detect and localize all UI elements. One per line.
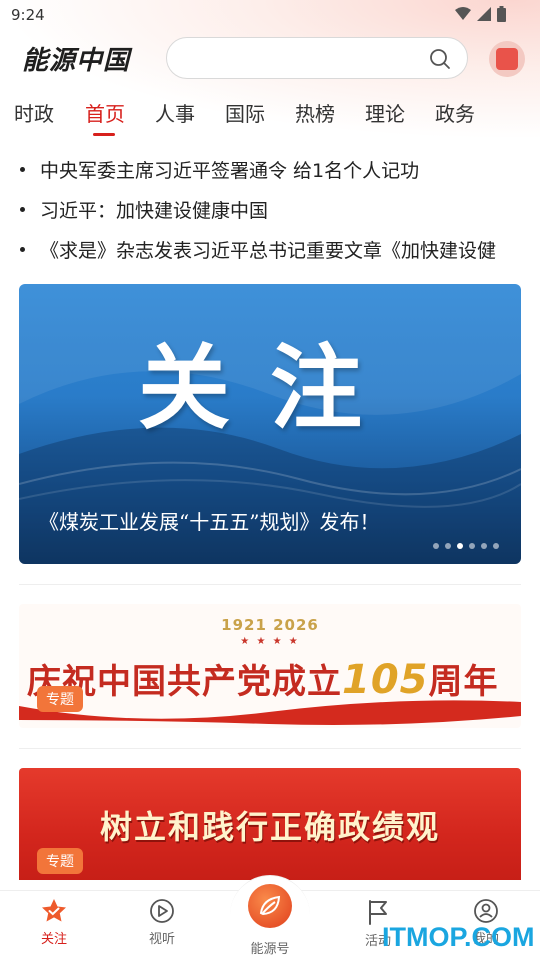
search-icon[interactable] — [429, 48, 451, 70]
app-header: 能源中国 — [0, 34, 540, 82]
card-stars: ★ ★ ★ ★ — [240, 636, 300, 647]
status-bar: 9:24 — [0, 0, 540, 30]
avatar-image — [496, 48, 518, 70]
carousel-dot[interactable] — [433, 543, 439, 549]
watermark: ITMOP.COM — [382, 922, 535, 952]
topic-tag: 专题 — [37, 686, 83, 712]
battery-icon — [497, 6, 506, 22]
bullet-icon — [20, 206, 25, 212]
status-icons — [455, 6, 506, 22]
carousel-dot[interactable] — [481, 543, 487, 549]
status-time: 9:24 — [11, 6, 45, 24]
nav-label: 视听 — [148, 932, 175, 947]
carousel-dots — [433, 543, 499, 549]
tab-rebang[interactable]: 热榜 — [295, 98, 335, 127]
tab-home[interactable]: 首页 — [85, 98, 125, 127]
carousel-dot[interactable] — [469, 543, 475, 549]
user-circle-icon — [474, 899, 498, 923]
tab-lilun[interactable]: 理论 — [365, 98, 405, 127]
headline-item[interactable]: 习近平：加快建设健康中国 — [20, 191, 540, 227]
bullet-icon — [20, 166, 25, 172]
app-logo[interactable]: 能源中国 — [22, 40, 130, 77]
active-tab-indicator — [93, 133, 115, 136]
banner-carousel[interactable]: 关注 《煤炭工业发展“十五五”规划》发布！ — [19, 284, 521, 564]
divider — [19, 584, 521, 585]
card-title: 树立和践行正确政绩观 — [99, 808, 440, 846]
star-badge-icon — [42, 899, 66, 922]
bullet-icon — [20, 246, 25, 252]
red-ribbon-graphic — [19, 700, 521, 725]
banner-headline: 关注 — [137, 334, 402, 442]
headline-item[interactable]: 《求是》杂志发表习近平总书记重要文章《加快建设健 — [20, 231, 540, 267]
tab-renshi[interactable]: 人事 — [155, 98, 195, 127]
headline-text: 《求是》杂志发表习近平总书记重要文章《加快建设健 — [40, 239, 497, 262]
wifi-icon — [455, 7, 471, 20]
avatar[interactable] — [489, 41, 525, 77]
carousel-dot[interactable] — [493, 543, 499, 549]
leaf-icon — [259, 895, 281, 916]
tab-zhengwu[interactable]: 政务 — [435, 98, 475, 127]
tab-shizheng[interactable]: 时政 — [14, 98, 54, 127]
card-years: 1921 2026 — [221, 616, 319, 634]
signal-icon — [477, 7, 491, 21]
nav-item-follow[interactable]: 关注 — [14, 898, 94, 947]
search-input[interactable] — [166, 37, 468, 79]
divider — [19, 748, 521, 749]
nav-item-video[interactable]: 视听 — [122, 898, 202, 947]
headline-text: 习近平：加快建设健康中国 — [40, 199, 269, 222]
feature-card-governance[interactable]: 树立和践行正确政绩观 专题 — [19, 768, 521, 880]
nav-label: 关注 — [40, 932, 67, 947]
headline-item[interactable]: 中央军委主席习近平签署通令 给1名个人记功 — [20, 151, 540, 187]
topic-tag: 专题 — [37, 848, 83, 874]
tab-guoji[interactable]: 国际 — [225, 98, 265, 127]
banner-caption: 《煤炭工业发展“十五五”规划》发布！ — [39, 510, 380, 534]
carousel-dot[interactable] — [445, 543, 451, 549]
play-circle-icon — [150, 899, 174, 923]
carousel-dot[interactable] — [457, 543, 463, 549]
nav-item-energy-account[interactable] — [248, 884, 292, 928]
headline-text: 中央军委主席习近平签署通令 给1名个人记功 — [40, 159, 420, 182]
nav-label: 能源号 — [250, 942, 290, 957]
feature-card-anniversary[interactable]: 1921 2026 ★ ★ ★ ★ 庆祝中国共产党成立105周年 专题 — [19, 604, 521, 728]
